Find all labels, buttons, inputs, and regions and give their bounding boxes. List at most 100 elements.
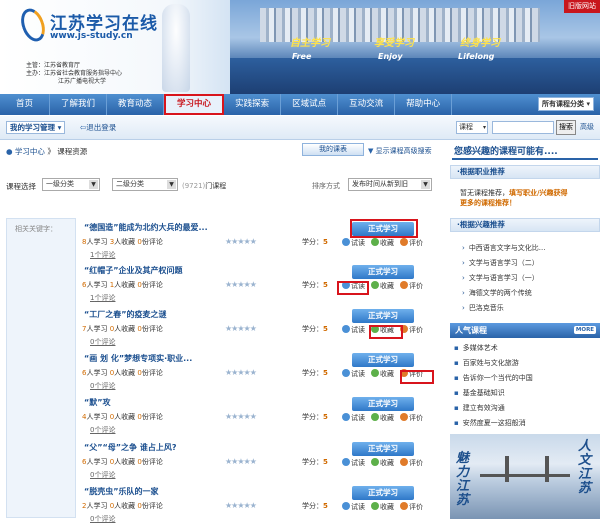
course-title[interactable]: “红帽子”企业及其产权问题 (84, 265, 183, 276)
evaluate-button[interactable]: 评价 (400, 458, 426, 468)
nav-practice[interactable]: 实践探索 (224, 94, 282, 115)
nav-home[interactable]: 首页 (0, 94, 51, 115)
evaluate-button[interactable]: 评价 (400, 238, 426, 248)
my-courses-button[interactable]: 我的课表 (302, 143, 364, 156)
breadcrumb-home[interactable]: 学习中心 (15, 147, 45, 156)
try-read-button[interactable]: 试读 (342, 325, 368, 335)
evaluate-button[interactable]: 评价 (400, 413, 426, 423)
popular-item[interactable]: 告诉你一个当代的中国 (454, 373, 533, 383)
sub-toolbar: 我的学习管理 ▾ ⇦退出登录 课程 ▾ 搜索 高级 (0, 116, 600, 140)
category2-select[interactable]: 二级分类 ▼ (112, 178, 178, 191)
formal-study-button[interactable]: 正式学习 (352, 265, 414, 279)
course-actions: 试读 收藏 评价 (342, 458, 429, 468)
favorite-button[interactable]: 收藏 (371, 281, 397, 291)
comment-link[interactable]: 0个评论 (90, 337, 115, 347)
nav-regional[interactable]: 区域试点 (281, 94, 339, 115)
category1-select[interactable]: 一级分类 ▼ (42, 178, 100, 191)
plus-icon (371, 281, 379, 289)
headphone-icon (342, 325, 350, 333)
banner-water (230, 58, 600, 94)
nav-about[interactable]: 了解我们 (50, 94, 108, 115)
nav-news[interactable]: 教育动态 (107, 94, 165, 115)
comment-link[interactable]: 1个评论 (90, 293, 115, 303)
try-read-button[interactable]: 试读 (342, 502, 368, 512)
my-management-select[interactable]: 我的学习管理 ▾ (6, 121, 66, 134)
comment-link[interactable]: 0个评论 (90, 425, 115, 435)
career-profile-link[interactable]: 填写职业/兴趣获得 (509, 189, 568, 197)
course-title[interactable]: “默”攻 (84, 397, 111, 408)
advanced-search-link[interactable]: 高级 (580, 122, 594, 132)
search-button[interactable]: 搜索 (556, 120, 576, 135)
formal-study-button[interactable]: 正式学习 (352, 486, 414, 500)
credit-label: 学分： (302, 369, 323, 377)
course-category-select[interactable]: 所有课程分类 ▾ (538, 97, 594, 111)
try-read-button[interactable]: 试读 (342, 413, 368, 423)
credit-value: 5 (323, 281, 328, 289)
favorite-button[interactable]: 收藏 (371, 238, 397, 248)
popular-item[interactable]: 安然度夏一这招般消 (454, 418, 526, 428)
career-more-link[interactable]: 更多的课程推荐！ (460, 199, 516, 207)
category1-value: 一级分类 (46, 180, 74, 188)
favorite-button[interactable]: 收藏 (371, 458, 397, 468)
popular-item[interactable]: 百家姓与文化旅游 (454, 358, 519, 368)
plus-icon (371, 413, 379, 421)
interest-item[interactable]: 中西语言文字与文化比... (462, 243, 546, 253)
credit-value: 5 (323, 325, 328, 333)
formal-study-button[interactable]: 正式学习 (352, 353, 414, 367)
recommend-title: 您感兴趣的课程可能有.... (454, 147, 558, 157)
course-row: “默”攻 4人学习 0人收藏 0份评论 ★★★★★ 学分：5 0个评论 正式学习 试读 收藏 评… (80, 395, 442, 437)
try-read-label: 试读 (351, 414, 365, 422)
jiangsu-promo-image[interactable]: 魅力江苏 人文江苏 (450, 434, 600, 519)
try-read-button[interactable]: 试读 (342, 369, 368, 379)
popular-item[interactable]: 基金基础知识 (454, 388, 505, 398)
course-title[interactable]: “脱壳虫”乐队的一家 (84, 486, 159, 497)
search-type-select[interactable]: 课程 ▾ (456, 121, 488, 134)
evaluate-button[interactable]: 评价 (400, 502, 426, 512)
comment-suffix: 个评论 (94, 294, 116, 302)
search-input[interactable] (492, 121, 554, 134)
nav-interaction[interactable]: 互动交流 (338, 94, 396, 115)
interest-item[interactable]: 海德文学的两个传统 (462, 288, 532, 298)
favorite-label: 收藏 (380, 370, 394, 378)
favorite-button[interactable]: 收藏 (371, 413, 397, 423)
old-site-link[interactable]: 旧版网站 (564, 0, 600, 13)
interest-item[interactable]: 文学与语言学习（二） (462, 258, 539, 268)
nav-learning-center[interactable]: 学习中心 (164, 94, 225, 115)
bridge-tower (505, 456, 509, 482)
chevron-down-icon: ▾ (57, 123, 62, 132)
favorite-label: 收藏 (380, 239, 394, 247)
comment-link[interactable]: 0个评论 (90, 514, 115, 524)
course-row: “脱壳虫”乐队的一家 2人学习 0人收藏 0份评论 ★★★★★ 学分：5 0个评论 正式学… (80, 484, 442, 526)
evaluate-button[interactable]: 评价 (400, 281, 426, 291)
favorite-button[interactable]: 收藏 (371, 502, 397, 512)
comment-link[interactable]: 1个评论 (90, 250, 115, 260)
course-title[interactable]: “工厂之春”的疫麦之谜 (84, 309, 167, 320)
try-read-label: 试读 (351, 503, 365, 511)
sort-select[interactable]: 发布时间从新到旧 ▼ (348, 178, 432, 191)
course-title[interactable]: “德国造”能成为北约大兵的最爱... (84, 222, 208, 233)
comment-link[interactable]: 0个评论 (90, 470, 115, 480)
popular-item[interactable]: 多媒体艺术 (454, 343, 498, 353)
try-read-button[interactable]: 试读 (342, 238, 368, 248)
review-suffix: 份评论 (141, 369, 163, 377)
course-title[interactable]: “父”“母”之争 谁占上风? (84, 442, 176, 453)
evaluate-button[interactable]: 评价 (400, 325, 426, 335)
course-title[interactable]: “画 划 化”梦想专项实·职业... (84, 353, 192, 364)
site-banner: 江苏学习在线 www.js-study.cn 主管：江苏省教育厅 主办：江苏省社… (0, 0, 600, 94)
evaluate-icon (400, 502, 408, 510)
popular-item[interactable]: 建立有效沟通 (454, 403, 505, 413)
try-read-button[interactable]: 试读 (342, 458, 368, 468)
rating-stars: ★★★★★ (225, 237, 257, 246)
favorite-button[interactable]: 收藏 (371, 369, 397, 379)
course-actions: 试读 收藏 评价 (342, 238, 429, 248)
formal-study-button[interactable]: 正式学习 (352, 397, 414, 411)
more-button[interactable]: MORE (574, 326, 596, 334)
interest-item[interactable]: 巴洛克音乐 (462, 303, 504, 313)
formal-study-button[interactable]: 正式学习 (352, 442, 414, 456)
comment-link[interactable]: 0个评论 (90, 381, 115, 391)
nav-help[interactable]: 帮助中心 (395, 94, 453, 115)
formal-study-button[interactable]: 正式学习 (352, 309, 414, 323)
logout-link[interactable]: ⇦退出登录 (80, 122, 116, 133)
interest-item[interactable]: 文学与语言学习（一） (462, 273, 539, 283)
show-advanced-search-link[interactable]: ▼ 显示课程高级搜索 (368, 146, 432, 156)
